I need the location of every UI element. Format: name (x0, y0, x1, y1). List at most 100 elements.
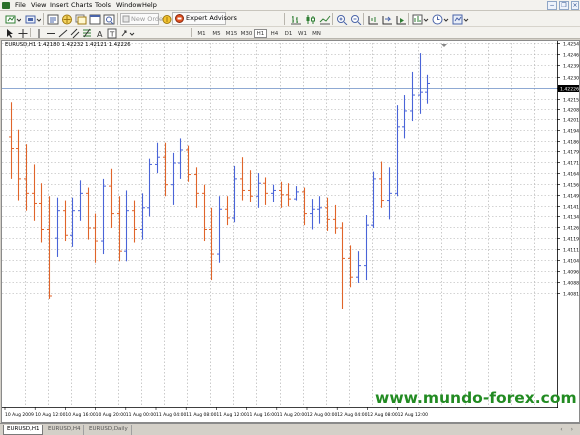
bar-chart-icon[interactable] (289, 13, 301, 25)
x-tick-label: 10 Aug 2009 (5, 412, 34, 418)
timeframe-h4[interactable]: H4 (268, 29, 281, 38)
current-price-label: 1.42226 (560, 86, 579, 92)
y-tick-label: 1.41490 (563, 193, 579, 199)
x-tick-label: 10 Aug 20:00 (96, 412, 126, 418)
close-icon[interactable]: × (571, 1, 579, 10)
metaeditor-icon[interactable] (161, 13, 172, 25)
profiles-icon[interactable] (24, 13, 41, 25)
timeframe-m30[interactable]: M30 (239, 29, 254, 38)
price-chart[interactable]: 1.42540 1.42465 1.42390 1.42305 1.42226 1.421… (2, 41, 579, 422)
cursor-icon[interactable] (4, 27, 14, 38)
autoscroll-icon[interactable] (394, 13, 406, 25)
tab-eurusd-daily[interactable]: EURUSD,Daily (86, 425, 132, 435)
y-tick-label: 1.41940 (563, 128, 579, 134)
crosshair-icon[interactable] (17, 27, 28, 38)
trendline-icon[interactable] (57, 27, 68, 38)
x-tick-label: 12 Aug 12:00 (398, 412, 428, 418)
x-tick-label: 11 Aug 16:00 (247, 412, 277, 418)
y-tick-label: 1.41115 (563, 247, 579, 253)
tab-eurusd-h4[interactable]: EURUSD,H4 (45, 425, 85, 435)
y-tick-label: 1.41190 (563, 236, 579, 242)
zoom-in-icon[interactable] (335, 13, 348, 25)
y-tick-label: 1.41565 (563, 182, 579, 188)
y-tick-label: 1.40885 (563, 280, 579, 286)
y-tick-label: 1.41040 (563, 258, 579, 264)
indicators-icon[interactable] (411, 13, 429, 25)
chart-title: EURUSD,H1 1.42180 1.42232 1.42121 1.4222… (5, 42, 131, 48)
svg-text:T: T (109, 31, 115, 39)
x-tick-label: 11 Aug 00:00 (126, 412, 156, 418)
x-tick-label: 12 Aug 04:00 (337, 412, 367, 418)
menu-view[interactable]: View (31, 2, 46, 9)
y-tick-label: 1.41865 (563, 139, 579, 145)
templates-icon[interactable] (451, 13, 469, 25)
candlestick-chart-icon[interactable] (304, 13, 316, 25)
y-tick-label: 1.41415 (563, 204, 579, 210)
x-tick-label: 11 Aug 20:00 (277, 412, 307, 418)
text-label-icon[interactable]: T (106, 27, 117, 39)
expert-advisors-button[interactable]: Expert Advisors (172, 12, 237, 25)
menu-tools[interactable]: Tools (95, 2, 111, 9)
minimize-icon[interactable]: − (547, 1, 557, 10)
chart-tabs: EURUSD,H1 EURUSD,H4 EURUSD,Daily ‹ › (0, 423, 580, 435)
text-icon[interactable]: A (94, 27, 104, 39)
tab-scroll-arrows[interactable]: ‹ › (560, 426, 576, 433)
timeframe-h1[interactable]: H1 (254, 29, 267, 38)
x-tick-label: 12 Aug 08:00 (367, 412, 397, 418)
menu-file[interactable]: File (15, 2, 26, 9)
chart-shift-icon[interactable] (380, 13, 392, 25)
new-order-button[interactable]: New Order (120, 13, 166, 25)
y-tick-label: 1.41640 (563, 171, 579, 177)
timeframe-w1[interactable]: W1 (296, 29, 309, 38)
timeframe-m5[interactable]: M5 (210, 29, 223, 38)
x-tick-label: 10 Aug 16:00 (65, 412, 95, 418)
y-tick-label: 1.41265 (563, 225, 579, 231)
strategy-tester-icon[interactable] (102, 13, 115, 25)
periods-icon[interactable] (431, 13, 449, 25)
arrows-icon[interactable] (119, 27, 135, 38)
equidistant-channel-icon[interactable] (69, 27, 80, 39)
tile-windows-icon[interactable] (366, 13, 378, 25)
x-tick-label: 10 Aug 12:00 (35, 412, 65, 418)
y-tick-label: 1.42155 (563, 97, 579, 103)
fibonacci-icon[interactable] (81, 27, 91, 38)
expert-advisors-label: Expert Advisors (186, 14, 237, 22)
vertical-line-icon[interactable] (33, 27, 43, 38)
timeframe-d1[interactable]: D1 (282, 29, 295, 38)
terminal-icon[interactable] (88, 13, 101, 25)
market-watch-icon[interactable] (46, 13, 59, 25)
menu-insert[interactable]: Insert (50, 2, 69, 9)
line-chart-icon[interactable] (318, 13, 331, 25)
zoom-out-icon[interactable] (349, 13, 362, 25)
y-tick-label: 1.41790 (563, 149, 579, 155)
y-tick-label: 1.42015 (563, 117, 579, 123)
chart-window[interactable]: 1.42540 1.42465 1.42390 1.42305 1.42226 1.421… (1, 40, 580, 423)
timeframe-m1[interactable]: M1 (195, 29, 208, 38)
menu-charts[interactable]: Charts (71, 2, 92, 9)
app-icon[interactable] (2, 2, 10, 9)
x-tick-label: 11 Aug 12:00 (216, 412, 246, 418)
y-tick-label: 1.41715 (563, 160, 579, 166)
horizontal-line-icon[interactable] (45, 27, 55, 38)
chart-shift-marker (441, 44, 447, 47)
navigator-icon[interactable] (60, 13, 72, 25)
y-tick-label: 1.40810 (563, 291, 579, 297)
restore-icon[interactable]: ❐ (559, 1, 569, 10)
y-tick-label: 1.41340 (563, 214, 579, 220)
y-tick-label: 1.42390 (563, 63, 579, 69)
timeframe-mn[interactable]: MN (310, 29, 323, 38)
y-tick-label: 1.42305 (563, 75, 579, 81)
new-chart-icon[interactable] (4, 13, 21, 25)
main-toolbar: New Order Expert Advisors (0, 11, 580, 27)
menu-help[interactable]: Help (142, 2, 157, 9)
data-window-icon[interactable] (74, 13, 87, 25)
menu-bar: File View Insert Charts Tools Window Hel… (0, 0, 580, 11)
timeframe-m15[interactable]: M15 (224, 29, 239, 38)
y-tick-label: 1.42540 (563, 41, 579, 47)
y-tick-label: 1.42085 (563, 107, 579, 113)
x-tick-label: 11 Aug 08:00 (186, 412, 216, 418)
tab-eurusd-h1[interactable]: EURUSD,H1 (3, 425, 44, 435)
x-tick-label: 12 Aug 00:00 (307, 412, 337, 418)
menu-window[interactable]: Window (116, 2, 142, 9)
watermark: www.mundo-forex.com (375, 389, 577, 407)
